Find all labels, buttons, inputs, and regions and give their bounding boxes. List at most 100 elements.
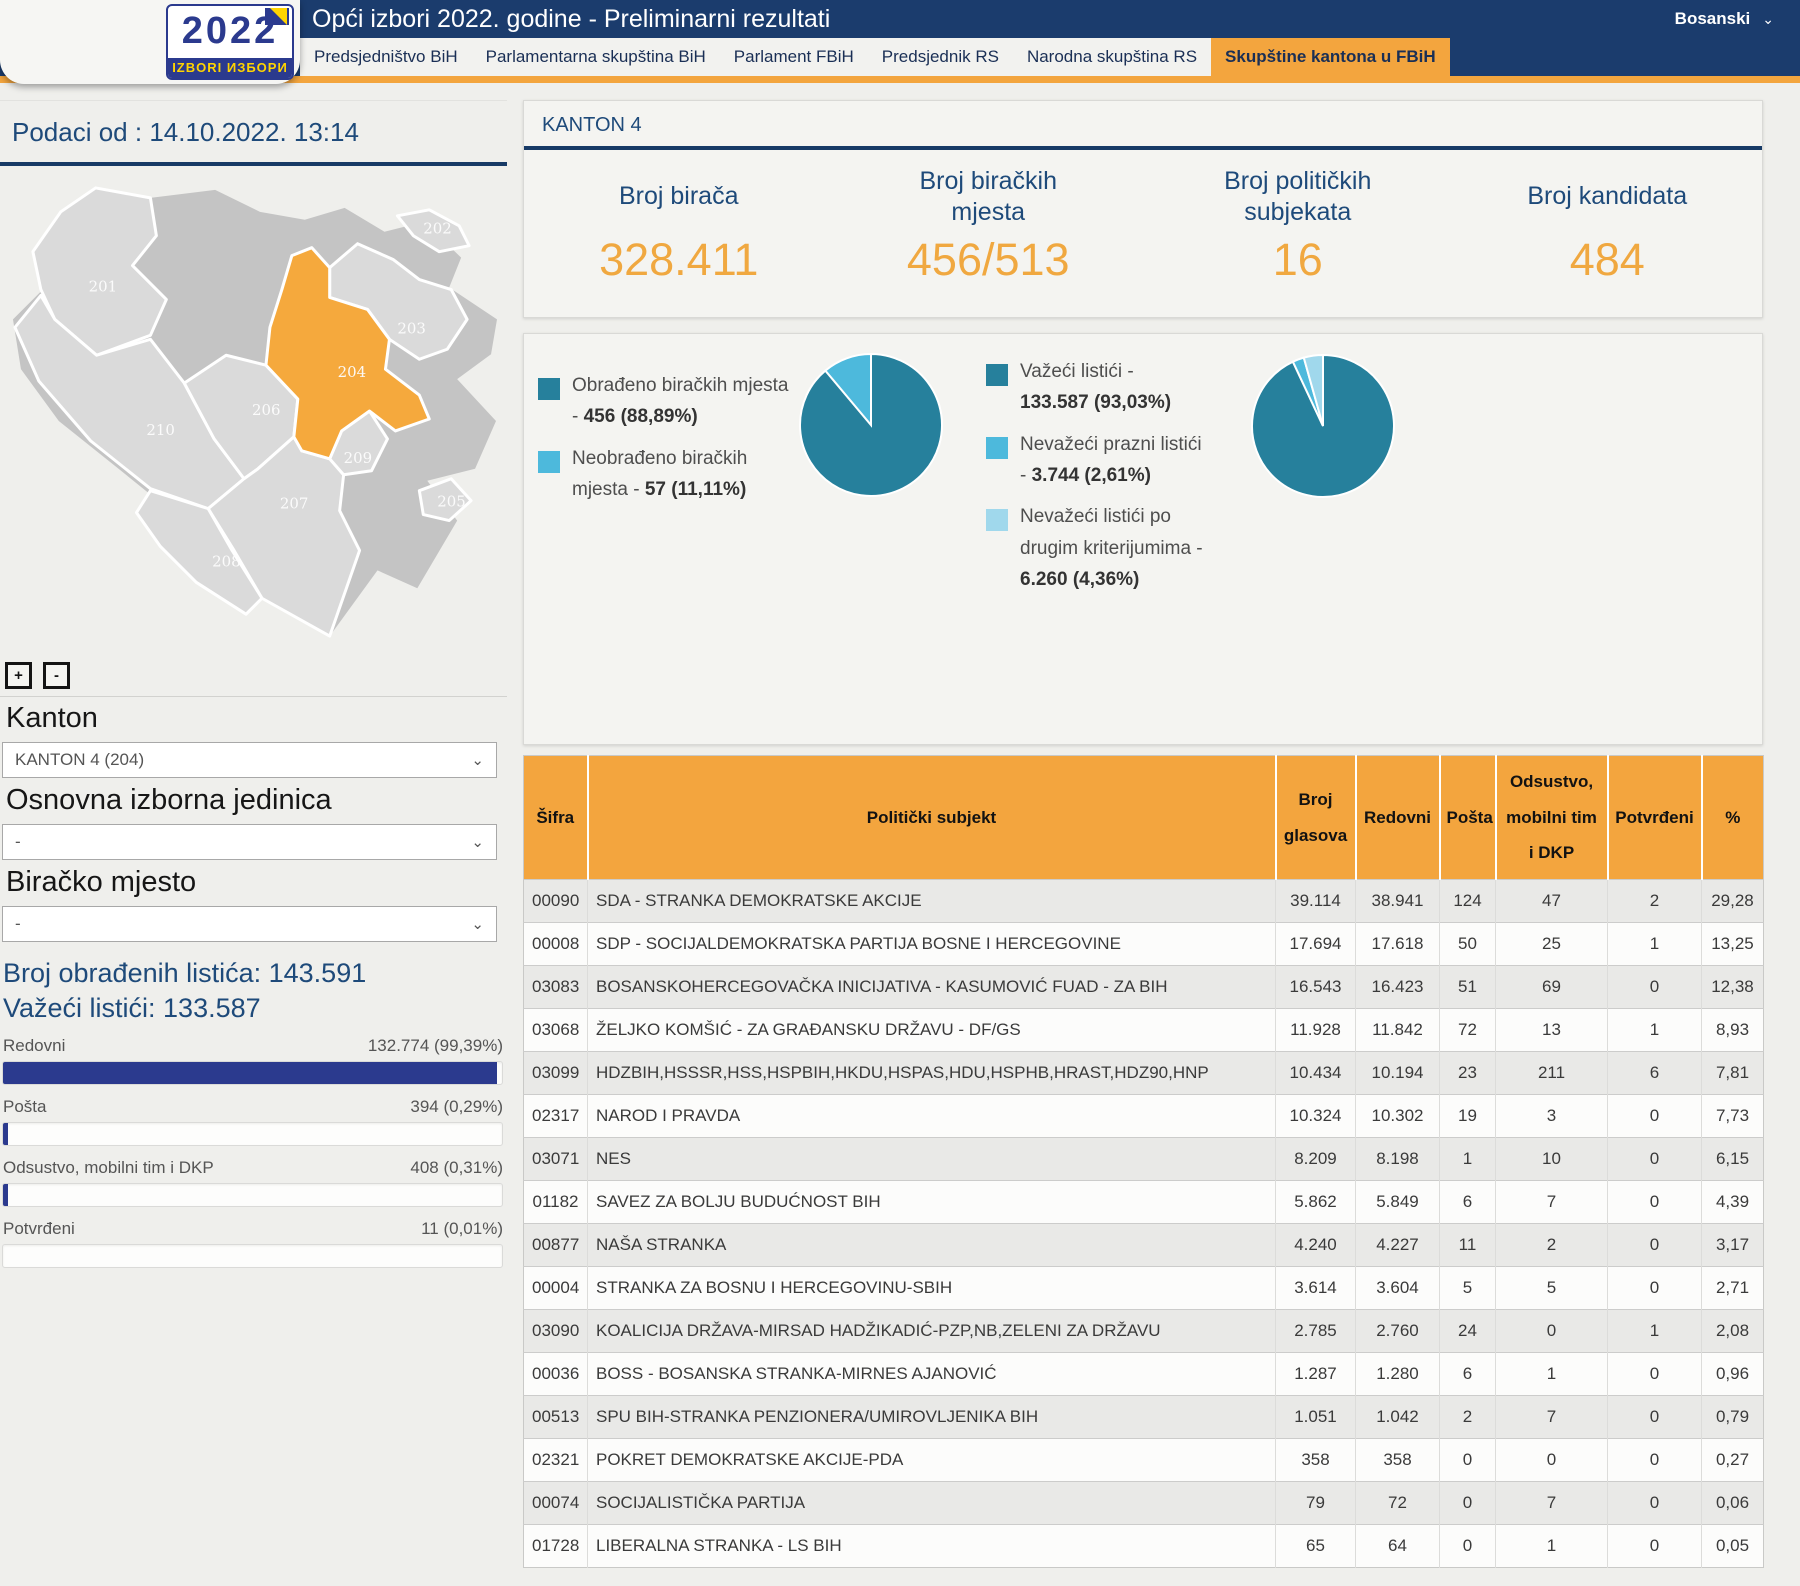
map-label-201: 201 [89, 278, 117, 296]
bar-label: Odsustvo, mobilni tim i DKP [3, 1158, 214, 1178]
party-code-cell: 03068 [524, 1009, 588, 1052]
legend-swatch-icon [986, 509, 1008, 531]
party-code-cell: 01728 [524, 1525, 588, 1568]
column-header-7: % [1702, 756, 1764, 880]
value-cell: 1 [1496, 1353, 1608, 1396]
value-cell: 65 [1276, 1525, 1356, 1568]
izborna-jedinica-select[interactable]: - ⌄ [2, 824, 497, 860]
party-name-cell: ŽELJKO KOMŠIĆ - ZA GRAĐANSKU DRŽAVU - DF… [588, 1009, 1276, 1052]
value-cell: 2 [1608, 880, 1702, 923]
value-cell: 0 [1608, 966, 1702, 1009]
value-cell: 0 [1608, 1439, 1702, 1482]
value-cell: 0 [1608, 1095, 1702, 1138]
table-row: 00008SDP - SOCIJALDEMOKRATSKA PARTIJA BO… [524, 923, 1764, 966]
bar-fill [3, 1062, 497, 1084]
kanton-stat-0: Broj birača328.411 [524, 164, 834, 286]
biracko-mjesto-select[interactable]: - ⌄ [2, 906, 497, 942]
map-zoom-in-button[interactable]: + [5, 662, 32, 689]
value-cell: 358 [1276, 1439, 1356, 1482]
value-cell: 8.198 [1356, 1138, 1440, 1181]
value-cell: 17.618 [1356, 923, 1440, 966]
language-selector[interactable]: Bosanski ⌄ [1675, 0, 1774, 38]
table-row: 00004STRANKA ZA BOSNU I HERCEGOVINU-SBIH… [524, 1267, 1764, 1310]
value-cell: 16.543 [1276, 966, 1356, 1009]
bar-label-row: Odsustvo, mobilni tim i DKP408 (0,31%) [3, 1158, 503, 1178]
bar-label: Pošta [3, 1097, 46, 1117]
value-cell: 64 [1356, 1525, 1440, 1568]
kanton-stat-label: Broj kandidata [1453, 164, 1763, 230]
value-cell: 5.862 [1276, 1181, 1356, 1224]
nav-tab-3[interactable]: Predsjednik RS [868, 38, 1013, 76]
party-code-cell: 03083 [524, 966, 588, 1009]
kanton-stat-2: Broj političkih subjekata16 [1143, 164, 1453, 286]
processed-ballots-total: Broj obrađenih listića: 143.591 [3, 958, 507, 989]
chevron-down-icon: ⌄ [1762, 11, 1774, 28]
value-cell: 17.694 [1276, 923, 1356, 966]
bar-label: Redovni [3, 1036, 65, 1056]
value-cell: 0 [1608, 1224, 1702, 1267]
column-header-6: Potvrđeni [1608, 756, 1702, 880]
value-cell: 11.928 [1276, 1009, 1356, 1052]
table-row: 00877NAŠA STRANKA4.2404.22711203,17 [524, 1224, 1764, 1267]
table-row: 02321POKRET DEMOKRATSKE AKCIJE-PDA358358… [524, 1439, 1764, 1482]
bar-value: 132.774 (99,39%) [368, 1036, 503, 1056]
value-cell: 0 [1608, 1138, 1702, 1181]
value-cell: 0 [1608, 1267, 1702, 1310]
value-cell: 2,71 [1702, 1267, 1764, 1310]
legend-item: Važeći listići - 133.587 (93,03%) [986, 356, 1206, 419]
value-cell: 3.604 [1356, 1267, 1440, 1310]
value-cell: 50 [1440, 923, 1496, 966]
map-label-210: 210 [146, 421, 174, 439]
bosnia-map: 201 202 203 204 205 206 207 208 209 210 [0, 170, 505, 660]
value-cell: 10.324 [1276, 1095, 1356, 1138]
kanton-select[interactable]: KANTON 4 (204) ⌄ [2, 742, 497, 778]
value-cell: 1.042 [1356, 1396, 1440, 1439]
value-cell: 8,93 [1702, 1009, 1764, 1052]
value-cell: 5.849 [1356, 1181, 1440, 1224]
nav-tab-1[interactable]: Parlamentarna skupština BiH [472, 38, 720, 76]
value-cell: 0 [1496, 1439, 1608, 1482]
kanton-stat-value: 456/513 [834, 234, 1144, 286]
map-zoom-out-button[interactable]: - [43, 662, 70, 689]
table-row: 03090KOALICIJA DRŽAVA-MIRSAD HADŽIKADIĆ-… [524, 1310, 1764, 1353]
value-cell: 0 [1608, 1181, 1702, 1224]
party-name-cell: NAROD I PRAVDA [588, 1095, 1276, 1138]
chevron-down-icon: ⌄ [471, 833, 484, 851]
value-cell: 0 [1496, 1310, 1608, 1353]
map-label-205: 205 [437, 493, 465, 511]
value-cell: 10.194 [1356, 1052, 1440, 1095]
value-cell: 51 [1440, 966, 1496, 1009]
kanton-stat-3: Broj kandidata484 [1453, 164, 1763, 286]
map-label-209: 209 [344, 449, 372, 467]
legend-item: Nevažeći prazni listići - 3.744 (2,61%) [986, 429, 1206, 492]
map-label-204: 204 [338, 363, 366, 381]
party-code-cell: 00513 [524, 1396, 588, 1439]
bar-value: 11 (0,01%) [421, 1219, 503, 1239]
nav-tab-0[interactable]: Predsjedništvo BiH [300, 38, 472, 76]
value-cell: 7,81 [1702, 1052, 1764, 1095]
party-name-cell: NES [588, 1138, 1276, 1181]
nav-tab-5[interactable]: Skupštine kantona u FBiH [1211, 38, 1450, 76]
table-row: 03083BOSANSKOHERCEGOVAČKA INICIJATIVA - … [524, 966, 1764, 1009]
bar-value: 394 (0,29%) [410, 1097, 503, 1117]
value-cell: 79 [1276, 1482, 1356, 1525]
bih-flag-icon [265, 8, 289, 25]
value-cell: 4.240 [1276, 1224, 1356, 1267]
kanton-panel-title: KANTON 4 [524, 101, 1762, 146]
party-name-cell: LIBERALNA STRANKA - LS BIH [588, 1525, 1276, 1568]
value-cell: 5 [1440, 1267, 1496, 1310]
value-cell: 10.302 [1356, 1095, 1440, 1138]
nav-tab-4[interactable]: Narodna skupština RS [1013, 38, 1211, 76]
results-table-panel: ŠifraPolitički subjektBroj glasovaRedovn… [523, 755, 1763, 1568]
value-cell: 0 [1440, 1482, 1496, 1525]
nav-tab-2[interactable]: Parlament FBiH [720, 38, 868, 76]
value-cell: 2.760 [1356, 1310, 1440, 1353]
logo-card: 2022 IZBORI ИЗБОРИ [0, 0, 300, 84]
value-cell: 13 [1496, 1009, 1608, 1052]
bar-label: Potvrđeni [3, 1219, 75, 1239]
izborna-jedinica-label: Osnovna izborna jedinica [6, 784, 507, 817]
bar-track [2, 1061, 503, 1085]
party-code-cell: 02321 [524, 1439, 588, 1482]
bar-track [2, 1244, 503, 1268]
value-cell: 7 [1496, 1482, 1608, 1525]
